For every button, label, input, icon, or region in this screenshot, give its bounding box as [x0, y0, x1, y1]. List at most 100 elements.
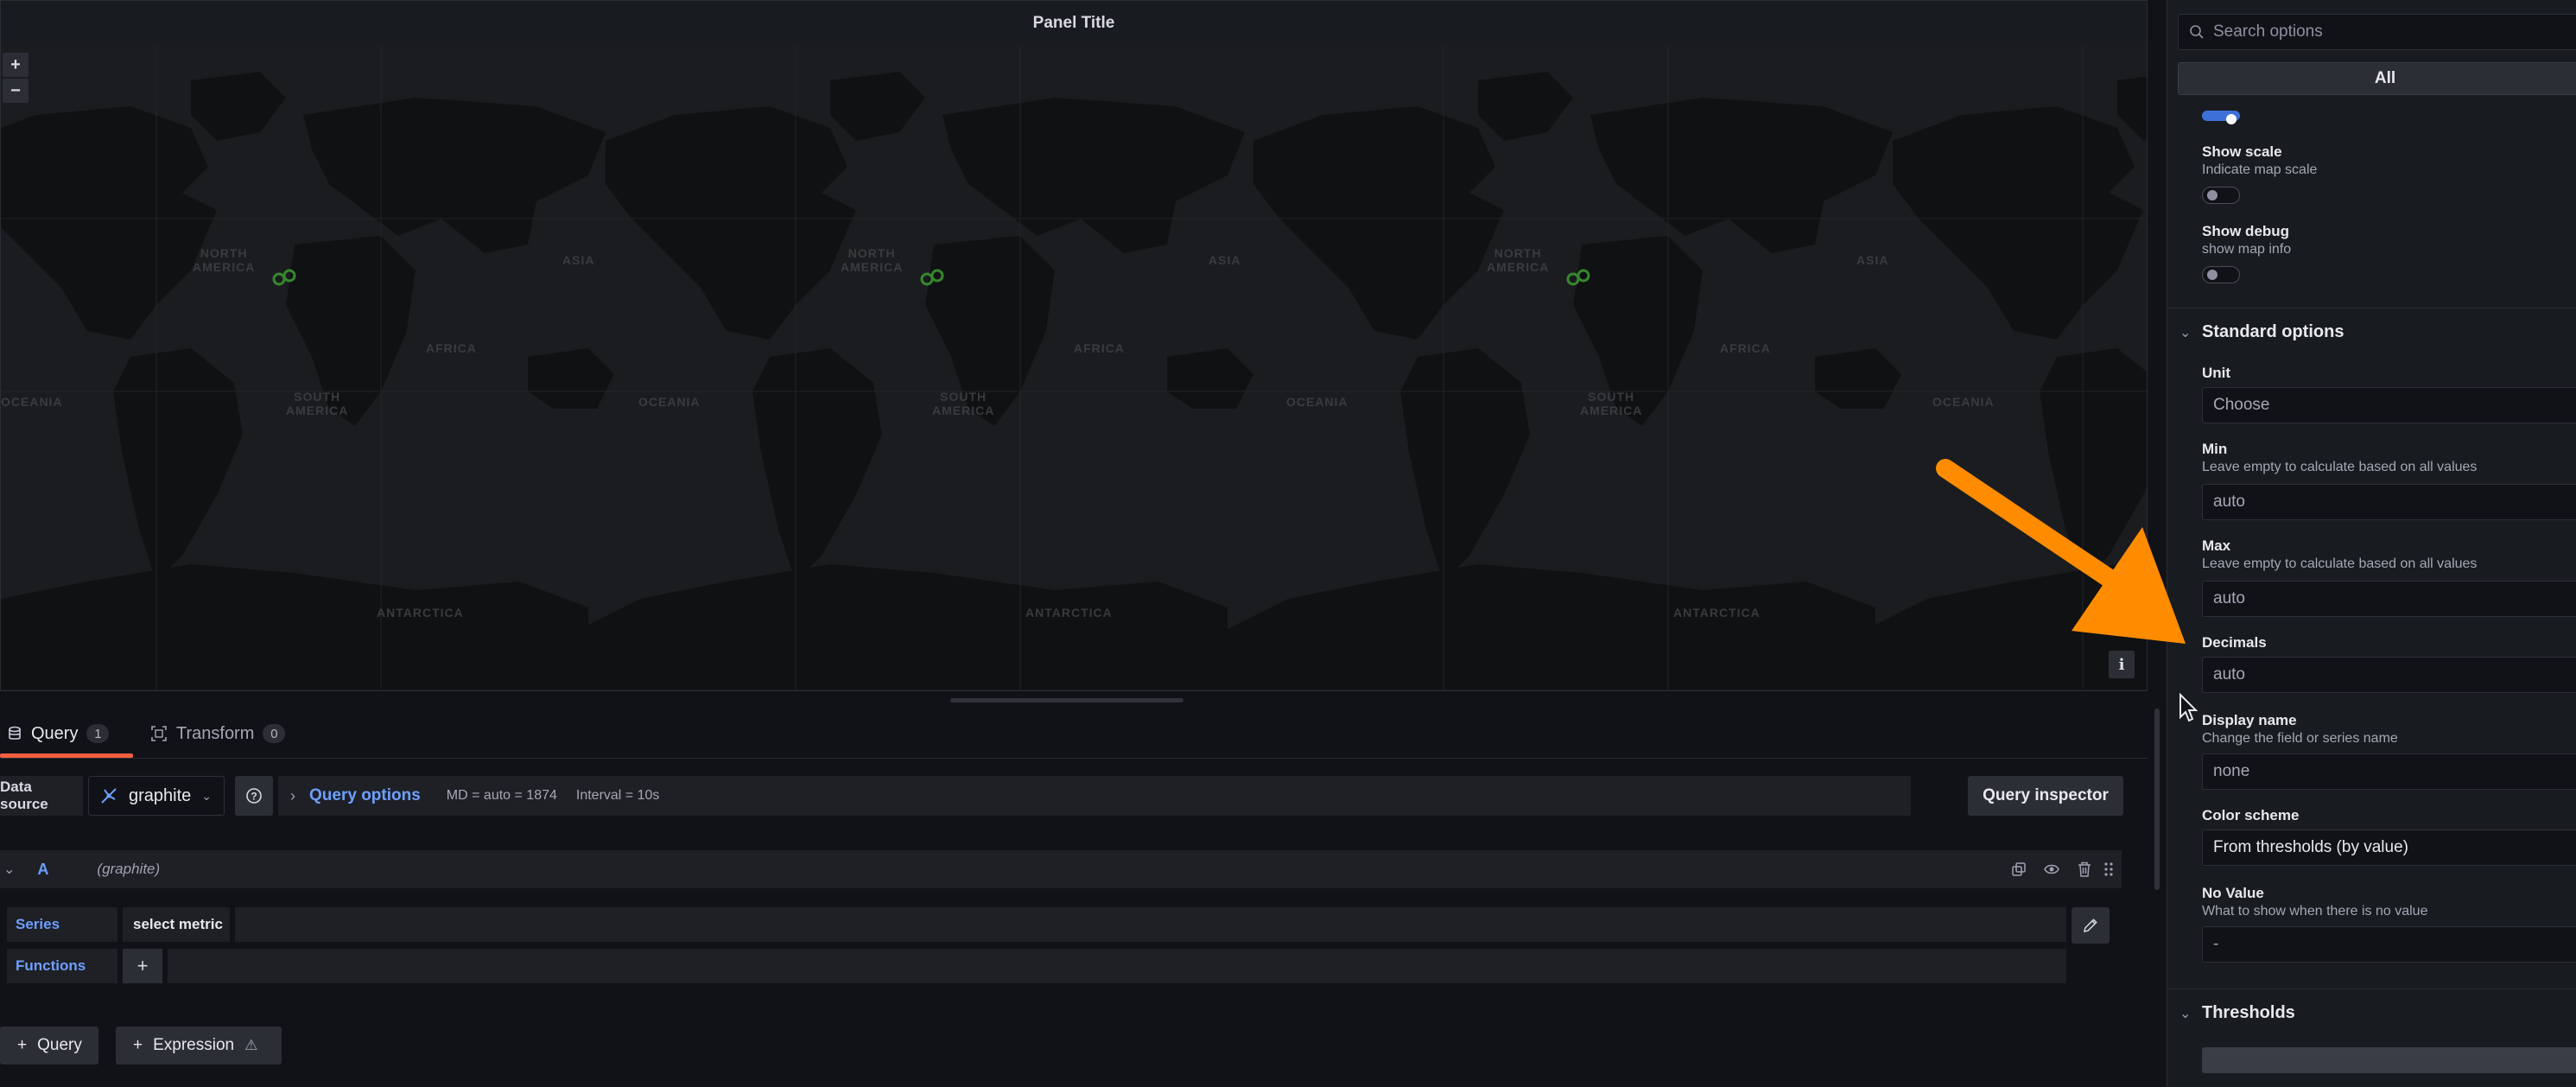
drag-handle-icon[interactable] [2096, 850, 2122, 888]
map-marker [272, 272, 286, 286]
functions-key: Functions [7, 949, 117, 983]
show-scale-label: Show scale [2202, 143, 2282, 160]
query-datasource-name: (graphite) [97, 861, 161, 877]
query-options-label[interactable]: Query options [309, 786, 421, 805]
warning-icon: ⚠ [244, 1037, 258, 1053]
trash-icon[interactable] [2072, 850, 2097, 888]
zoom-in-button[interactable]: + [3, 53, 29, 77]
interval: Interval = 10s [575, 788, 660, 803]
map-marker [1566, 272, 1580, 286]
no-value-label: No Value [2202, 885, 2264, 901]
color-scheme-picker[interactable]: From thresholds (by value) [2202, 830, 2576, 866]
panel: Panel Title NORTH AMERICA ASIA AFRICA SO… [0, 0, 2148, 691]
show-debug-label: Show debug [2202, 223, 2290, 239]
query-count-badge: 1 [86, 724, 110, 743]
search-options-input[interactable]: Search options [2178, 14, 2576, 50]
transform-count-badge: 0 [263, 724, 286, 743]
filter-all-button[interactable]: All [2178, 62, 2576, 95]
display-name-input[interactable]: none [2202, 753, 2576, 790]
svg-text:?: ? [251, 791, 257, 803]
zoom-out-button[interactable]: − [3, 79, 29, 103]
chevron-down-icon: ⌄ [2179, 1006, 2192, 1021]
database-icon [9, 726, 21, 740]
query-row-header[interactable]: ⌄ A (graphite) [0, 850, 2122, 888]
show-scale-switch[interactable] [2202, 187, 2240, 204]
display-name-description: Change the field or series name [2202, 731, 2398, 746]
add-expression-label: Expression [153, 1036, 235, 1054]
help-icon: ? [246, 788, 262, 804]
series-fill [235, 907, 2066, 942]
select-metric-segment[interactable]: select metric [123, 907, 230, 942]
add-function-button[interactable]: + [123, 949, 162, 983]
show-debug-switch[interactable] [2202, 266, 2240, 283]
chevron-down-icon: ⌄ [2179, 325, 2192, 340]
max-description: Leave empty to calculate based on all va… [2202, 556, 2478, 571]
annotation-arrow-icon [1936, 459, 2186, 644]
chevron-right-icon: › [290, 786, 295, 804]
min-input[interactable]: auto [2202, 484, 2576, 520]
tab-query[interactable]: Query 1 [7, 709, 110, 759]
plus-icon: + [133, 1036, 143, 1054]
chevron-down-icon[interactable]: ⌄ [3, 861, 15, 878]
tab-query-label: Query [31, 723, 79, 743]
series-row: Series select metric [7, 907, 2066, 942]
map-markers [272, 269, 1590, 286]
graphite-icon [101, 788, 117, 804]
search-placeholder: Search options [2213, 22, 2323, 41]
panel-resize-handle[interactable] [950, 698, 1183, 702]
mouse-cursor-icon [2179, 693, 2198, 722]
data-source-value: graphite [129, 785, 192, 805]
pencil-icon[interactable] [2072, 907, 2110, 944]
search-icon [2190, 25, 2204, 39]
map-marker [1577, 269, 1590, 283]
toggle-switch-on[interactable] [2202, 111, 2240, 124]
add-query-label: Query [37, 1036, 82, 1054]
no-value-input[interactable]: - [2202, 926, 2576, 963]
query-inspector-button[interactable]: Query inspector [1968, 776, 2123, 816]
data-source-help-button[interactable]: ? [235, 776, 273, 816]
show-debug-description: show map info [2202, 242, 2292, 257]
add-query-button[interactable]: + Query [0, 1027, 98, 1065]
decimals-label: Decimals [2202, 634, 2267, 651]
chevron-down-icon: ⌄ [201, 788, 213, 803]
map-marker [930, 269, 944, 283]
min-description: Leave empty to calculate based on all va… [2202, 460, 2478, 474]
unit-picker[interactable]: Choose [2202, 387, 2576, 423]
display-name-label: Display name [2202, 712, 2297, 728]
show-scale-description: Indicate map scale [2202, 162, 2318, 177]
no-value-description: What to show when there is no value [2202, 904, 2428, 919]
tab-transform[interactable]: Transform 0 [150, 709, 286, 759]
data-source-picker[interactable]: graphite ⌄ [88, 776, 225, 816]
eye-icon[interactable] [2039, 850, 2065, 888]
thresholds-section[interactable]: ⌄ Thresholds [2167, 988, 2576, 1037]
tab-transform-label: Transform [176, 723, 255, 743]
active-tab-indicator [0, 753, 133, 758]
functions-fill [168, 949, 2066, 983]
standard-options-section[interactable]: ⌄ Standard options [2167, 308, 2576, 356]
data-source-row: Data source graphite ⌄ ? › Query options… [0, 776, 2148, 816]
thresholds-title: Thresholds [2202, 1003, 2295, 1022]
panel-title[interactable]: Panel Title [1, 1, 2147, 46]
functions-row: Functions + [7, 949, 2066, 983]
editor-scrollbar[interactable] [2154, 709, 2160, 890]
options-pane: Search options All Show scale Indicate m… [2167, 0, 2576, 1087]
transform-icon [151, 726, 167, 741]
query-ref-id[interactable]: A [37, 861, 48, 879]
color-scheme-label: Color scheme [2202, 807, 2300, 823]
unit-label: Unit [2202, 365, 2231, 381]
map-marker [920, 272, 934, 286]
data-source-label: Data source [0, 776, 83, 816]
add-expression-button[interactable]: + Expression ⚠ [116, 1027, 282, 1065]
max-data-points: MD = auto = 1874 [446, 788, 557, 803]
map-marker [282, 269, 296, 283]
max-input[interactable]: auto [2202, 581, 2576, 617]
query-options-bar[interactable]: › Query options MD = auto = 1874 Interva… [278, 776, 1911, 816]
world-map[interactable]: NORTH AMERICA ASIA AFRICA SOUTH AMERICA … [1, 46, 2147, 690]
series-key: Series [7, 907, 117, 942]
decimals-input[interactable]: auto [2202, 657, 2576, 693]
duplicate-query-icon[interactable] [2006, 850, 2032, 888]
options-list: Show scale Indicate map scale Show debug… [2167, 104, 2576, 1087]
editor-tabs: Query 1 Transform 0 [0, 709, 2148, 759]
plus-icon: + [17, 1036, 28, 1054]
add-threshold-button[interactable] [2202, 1047, 2576, 1073]
